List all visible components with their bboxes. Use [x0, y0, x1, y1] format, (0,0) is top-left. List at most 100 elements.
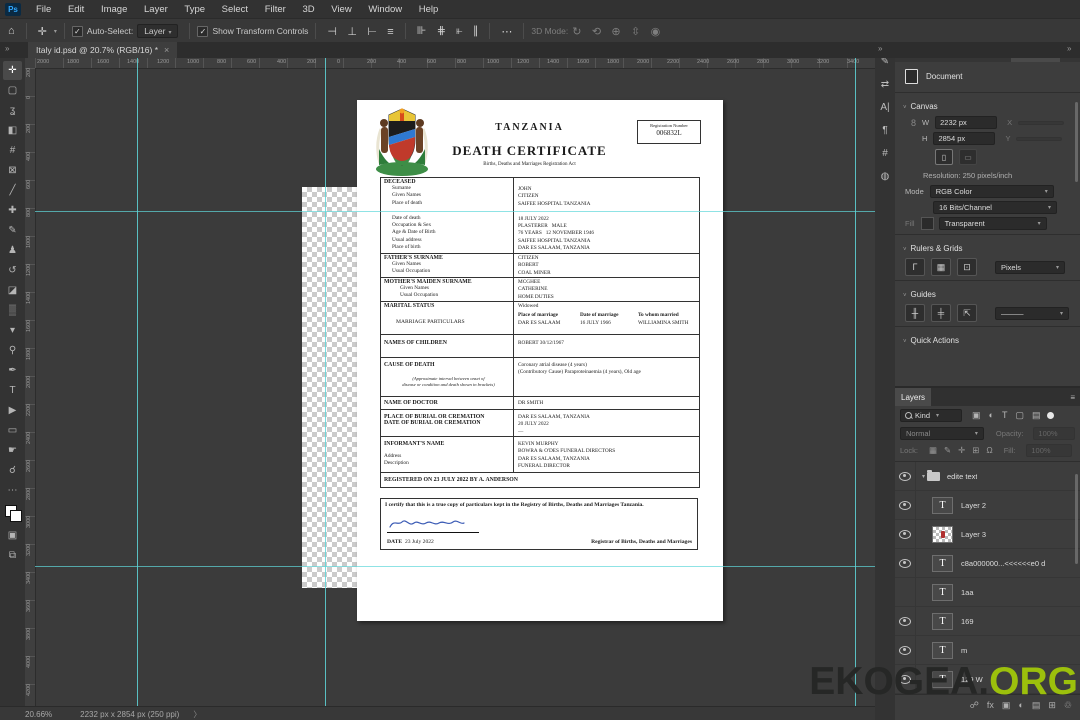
status-caret-icon[interactable]: 〉	[193, 709, 201, 720]
guide-vertical[interactable]	[855, 58, 856, 706]
layer-row[interactable]: ▾ T 1aa	[895, 578, 1080, 607]
text-layer-thumbnail[interactable]: T	[932, 496, 953, 514]
tool-button[interactable]: ▶	[3, 401, 22, 420]
distribute-icon[interactable]: ⋕	[437, 25, 446, 37]
menu-item[interactable]: Layer	[137, 4, 175, 15]
quick-mask-button[interactable]: ▣	[3, 526, 22, 545]
tool-button[interactable]: ⊠	[3, 161, 22, 180]
tool-button[interactable]: ⋯	[3, 481, 22, 500]
zoom-level-field[interactable]: 20.66%	[25, 710, 52, 719]
link-dimensions-icon[interactable]: 8	[911, 118, 916, 128]
scrollbar[interactable]	[1075, 102, 1078, 182]
menu-item[interactable]: Select	[215, 4, 255, 15]
text-layer-thumbnail[interactable]: T	[932, 583, 953, 601]
layer-row[interactable]: ▾ T c8a000000...<<<<<<e0 d	[895, 549, 1080, 578]
visibility-toggle[interactable]	[895, 491, 916, 519]
mode-dropdown[interactable]: RGB Color ▾	[929, 185, 1054, 198]
screen-mode-button[interactable]: ⧉	[3, 546, 22, 565]
tool-button[interactable]: ✚	[3, 201, 22, 220]
lock-icon[interactable]: Ω	[986, 445, 992, 456]
layer-row[interactable]: ▾ T Layer 3	[895, 520, 1080, 549]
filter-toggle-icon[interactable]	[1047, 412, 1055, 419]
color-swatches[interactable]	[4, 505, 22, 522]
tool-button[interactable]: ▢	[3, 81, 22, 100]
menu-item[interactable]: File	[29, 4, 58, 15]
tool-button[interactable]: ▭	[3, 421, 22, 440]
home-icon[interactable]: ⌂	[8, 25, 15, 37]
guide-toggle[interactable]: ⇱	[957, 304, 977, 322]
lock-icon[interactable]: ✎	[944, 445, 951, 456]
text-layer-thumbnail[interactable]: T	[932, 641, 953, 659]
opacity-field[interactable]: 100%	[1033, 427, 1075, 440]
auto-select-dropdown[interactable]: Layer ▾	[137, 24, 179, 38]
layer-name[interactable]: Layer 3	[961, 530, 986, 539]
tab-layers[interactable]: Layers	[895, 388, 932, 406]
ruler-grid-toggle[interactable]: ⊡	[957, 258, 977, 276]
auto-select-checkbox[interactable]: ✓	[71, 25, 83, 37]
background-color[interactable]	[9, 510, 22, 522]
tool-button[interactable]: ✒	[3, 361, 22, 380]
align-icon[interactable]: ⊣	[327, 26, 337, 38]
guide-style-dropdown[interactable]: ——— ▾	[995, 306, 1069, 320]
tool-button[interactable]: ◪	[3, 281, 22, 300]
layer-row[interactable]: ▾ T Layer 2	[895, 491, 1080, 520]
align-icon[interactable]: ⊥	[347, 26, 357, 38]
fill-field[interactable]: 100%	[1026, 444, 1073, 457]
distribute-icon[interactable]: ⫦	[456, 25, 462, 37]
lock-icon[interactable]: ▦	[929, 445, 937, 456]
tool-button[interactable]: ╱	[3, 181, 22, 200]
panel-menu-icon[interactable]: ≡	[1070, 393, 1075, 402]
tool-button[interactable]: #	[3, 141, 22, 160]
menu-item[interactable]: 3D	[295, 4, 321, 15]
width-field[interactable]: 2232 px	[935, 116, 998, 129]
panel-icon[interactable]: A|	[880, 102, 889, 113]
guide-toggle[interactable]: ╪	[931, 304, 951, 322]
visibility-toggle[interactable]	[895, 578, 916, 606]
tool-button[interactable]: ☌	[3, 461, 22, 480]
bit-depth-dropdown[interactable]: 16 Bits/Channel ▾	[933, 201, 1057, 214]
tool-button[interactable]: ✛	[3, 61, 22, 80]
visibility-toggle[interactable]	[895, 607, 916, 635]
portrait-orientation-button[interactable]: ▯	[935, 149, 953, 165]
chevron-down-icon[interactable]: ▾	[54, 28, 57, 35]
layer-name[interactable]: m	[961, 646, 967, 655]
image-layer-thumbnail[interactable]	[932, 525, 953, 543]
more-options-icon[interactable]: ⋯	[501, 25, 512, 38]
fill-dropdown[interactable]: Transparent ▾	[938, 217, 1047, 230]
lock-icon[interactable]: ⊞	[972, 445, 979, 456]
guides-section-header[interactable]: ˅ Guides	[895, 285, 1080, 302]
tool-button[interactable]: ʓ	[3, 101, 22, 120]
tool-button[interactable]: ☛	[3, 441, 22, 460]
tool-button[interactable]: ▾	[3, 321, 22, 340]
distribute-icon[interactable]: ⊪	[417, 25, 427, 37]
guide-horizontal[interactable]	[35, 211, 875, 212]
menu-item[interactable]: Image	[94, 4, 134, 15]
layer-row[interactable]: ▾ T edite text	[895, 462, 1080, 491]
tool-button[interactable]: ▒	[3, 301, 22, 320]
canvas-section-header[interactable]: ˅ Canvas	[895, 97, 1080, 114]
visibility-toggle[interactable]	[895, 549, 916, 577]
kind-filter-dropdown[interactable]: Kind ▾	[900, 409, 962, 422]
layer-name[interactable]: 1aa	[961, 588, 974, 597]
collapse-panels-icon[interactable]: »	[1067, 44, 1071, 53]
distribute-icon[interactable]: ∥	[473, 25, 479, 37]
document-tab[interactable]: Italy id.psd @ 20.7% (RGB/16) * ×	[28, 42, 178, 58]
menu-item[interactable]: Type	[177, 4, 212, 15]
ruler-grid-toggle[interactable]: ▦	[931, 258, 951, 276]
menu-item[interactable]: Help	[412, 4, 446, 15]
scrollbar[interactable]	[1075, 474, 1078, 564]
rulers-grids-section-header[interactable]: ˅ Rulers & Grids	[895, 239, 1080, 256]
photoshop-logo[interactable]: Ps	[5, 2, 21, 16]
close-icon[interactable]: ×	[164, 45, 169, 55]
show-transform-checkbox[interactable]: ✓	[197, 25, 209, 37]
layer-filter-icon[interactable]: T	[1002, 410, 1008, 421]
menu-item[interactable]: Edit	[61, 4, 91, 15]
expand-caret-icon[interactable]: ▾	[922, 473, 925, 480]
document-page[interactable]: TANZANIA DEATH CERTIFICATE Births, Death…	[357, 100, 723, 621]
canvas-area[interactable]: 2000 1800 1600 1400 1200 1000 800 600 40…	[25, 58, 875, 706]
menu-item[interactable]: View	[324, 4, 358, 15]
layer-filter-icon[interactable]: ▣	[972, 410, 981, 421]
layer-filter-icon[interactable]: ▤	[1032, 410, 1041, 421]
guide-vertical[interactable]	[137, 58, 138, 706]
layer-filter-icon[interactable]: ▢	[1015, 410, 1024, 421]
